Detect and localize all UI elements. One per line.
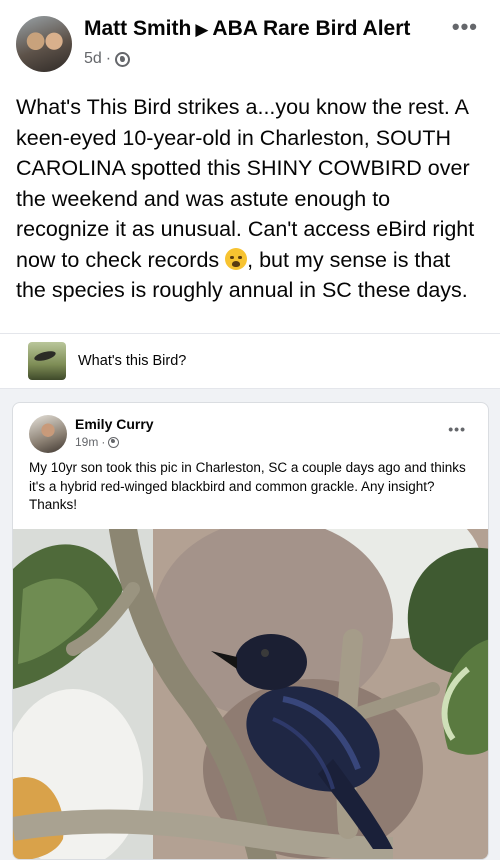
shared-post-text: My 10yr son took this pic in Charleston,… — [29, 460, 466, 512]
meta-separator: · — [105, 50, 112, 67]
shared-meta-separator: · — [101, 435, 106, 449]
shared-post-card[interactable]: Emily Curry 19m · ••• My 10yr son took t… — [12, 402, 489, 860]
group-thumbnail[interactable] — [28, 342, 66, 380]
post-timestamp[interactable]: 5d — [84, 50, 102, 68]
author-avatar[interactable] — [16, 16, 72, 72]
shared-group-bar[interactable]: What's this Bird? — [0, 333, 500, 389]
shared-post-meta: 19m · — [75, 435, 120, 449]
shared-group-name[interactable]: What's this Bird? — [78, 353, 186, 369]
more-options-icon[interactable]: ••• — [452, 14, 478, 40]
shared-author-name[interactable]: Emily Curry — [75, 416, 154, 432]
post-text-part1: What's This Bird strikes a...you know th… — [16, 95, 475, 272]
globe-icon — [108, 436, 120, 448]
crying-face-icon — [225, 247, 248, 270]
post-header: Matt Smith ▶ ABA Rare Bird Alert 5d · ••• — [0, 0, 500, 80]
share-arrow-icon: ▶ — [195, 20, 209, 39]
author-name[interactable]: Matt Smith — [84, 17, 191, 40]
globe-icon — [115, 51, 131, 67]
group-name-link[interactable]: ABA Rare Bird Alert — [212, 17, 410, 40]
shared-author-avatar[interactable] — [29, 415, 67, 453]
post-text: What's This Bird strikes a...you know th… — [16, 92, 486, 306]
shared-post-timestamp[interactable]: 19m — [75, 435, 98, 449]
shared-more-options-icon[interactable]: ••• — [448, 421, 466, 437]
author-line: Matt Smith ▶ ABA Rare Bird Alert — [84, 17, 410, 41]
bird-photo-illustration — [13, 529, 488, 859]
post-meta: 5d · — [84, 50, 131, 68]
bird-photo[interactable] — [13, 529, 488, 859]
